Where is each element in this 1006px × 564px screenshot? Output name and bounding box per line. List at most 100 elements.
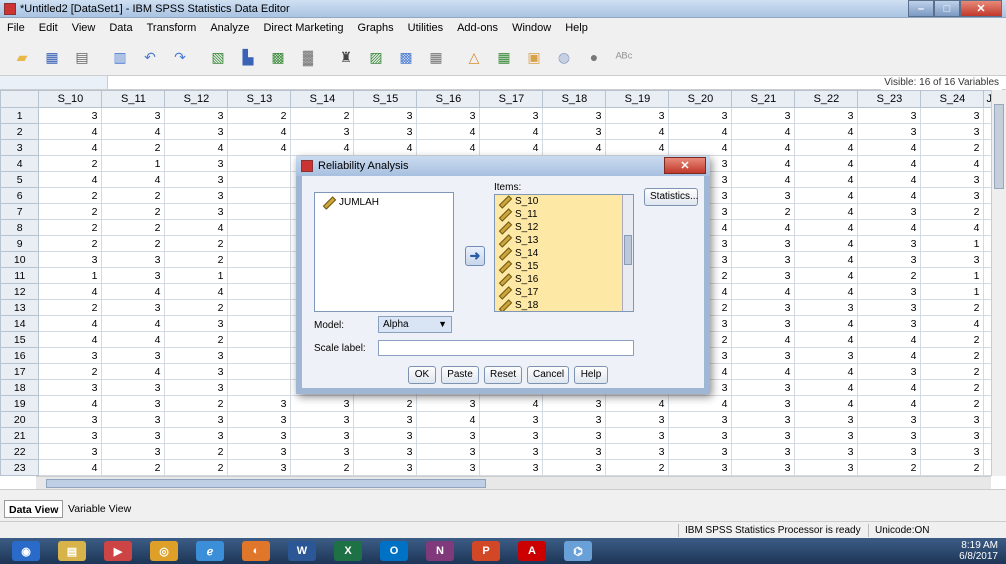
data-cell[interactable]: 3 — [164, 155, 229, 172]
data-cell[interactable]: 3 — [605, 411, 670, 428]
data-cell[interactable]: 3 — [605, 107, 670, 124]
value-labels-icon[interactable]: ▣ — [522, 46, 546, 68]
menu-transform[interactable]: Transform — [140, 22, 204, 34]
data-cell[interactable]: 3 — [101, 443, 166, 460]
data-cell[interactable]: 2 — [857, 267, 922, 284]
data-cell[interactable]: 3 — [794, 347, 859, 364]
data-cell[interactable] — [227, 315, 292, 332]
data-cell[interactable]: 3 — [857, 411, 922, 428]
data-cell[interactable]: 4 — [731, 123, 796, 140]
onenote-icon[interactable]: N — [426, 541, 454, 561]
grid-corner[interactable] — [0, 90, 40, 108]
data-cell[interactable]: 2 — [164, 299, 229, 316]
data-cell[interactable]: 4 — [101, 171, 166, 188]
horizontal-scroll-thumb[interactable] — [46, 479, 486, 488]
row-header[interactable]: 17 — [0, 363, 40, 380]
column-header-s_23[interactable]: S_23 — [857, 90, 922, 108]
data-cell[interactable]: 3 — [227, 427, 292, 444]
data-cell[interactable]: 4 — [731, 171, 796, 188]
list-item[interactable]: S_16 — [495, 273, 633, 286]
data-cell[interactable]: 3 — [290, 411, 355, 428]
column-header-s_15[interactable]: S_15 — [353, 90, 418, 108]
firefox-icon[interactable]: ◐ — [242, 541, 270, 561]
run-descriptives-icon[interactable]: ▓ — [296, 46, 320, 68]
data-cell[interactable]: 4 — [731, 331, 796, 348]
data-cell[interactable]: 4 — [479, 139, 544, 156]
data-cell[interactable]: 3 — [731, 347, 796, 364]
data-cell[interactable]: 1 — [920, 283, 985, 300]
data-cell[interactable]: 4 — [794, 155, 859, 172]
data-cell[interactable]: 4 — [542, 139, 607, 156]
list-item[interactable]: S_10 — [495, 195, 633, 208]
media-player-icon[interactable]: ▶ — [104, 541, 132, 561]
data-cell[interactable]: 3 — [542, 123, 607, 140]
data-cell[interactable]: 3 — [101, 107, 166, 124]
data-cell[interactable] — [227, 267, 292, 284]
data-cell[interactable] — [983, 235, 991, 252]
data-cell[interactable]: 3 — [794, 411, 859, 428]
data-cell[interactable]: 3 — [101, 427, 166, 444]
row-header[interactable]: 6 — [0, 187, 40, 204]
paste-button[interactable]: Paste — [441, 366, 479, 384]
data-cell[interactable] — [983, 379, 991, 396]
data-cell[interactable]: 3 — [857, 235, 922, 252]
data-cell[interactable]: 3 — [101, 347, 166, 364]
data-cell[interactable]: 3 — [920, 171, 985, 188]
data-cell[interactable] — [983, 411, 991, 428]
menu-utilities[interactable]: Utilities — [401, 22, 450, 34]
data-cell[interactable]: 2 — [920, 379, 985, 396]
row-header[interactable]: 4 — [0, 155, 40, 172]
data-cell[interactable]: 3 — [164, 363, 229, 380]
data-cell[interactable]: 4 — [416, 123, 481, 140]
acrobat-icon[interactable]: A — [518, 541, 546, 561]
data-cell[interactable]: 4 — [731, 283, 796, 300]
data-cell[interactable]: 3 — [794, 443, 859, 460]
maximize-button[interactable]: □ — [934, 0, 960, 17]
data-cell[interactable]: 3 — [479, 107, 544, 124]
data-cell[interactable] — [983, 363, 991, 380]
data-cell[interactable]: 3 — [731, 187, 796, 204]
data-cell[interactable]: 3 — [731, 411, 796, 428]
spss-icon[interactable]: ⌬ — [564, 541, 592, 561]
data-cell[interactable]: 4 — [857, 171, 922, 188]
data-cell[interactable]: 4 — [38, 395, 103, 412]
data-cell[interactable]: 3 — [731, 107, 796, 124]
data-cell[interactable]: 3 — [164, 427, 229, 444]
data-cell[interactable]: 3 — [542, 411, 607, 428]
data-cell[interactable]: 4 — [857, 219, 922, 236]
data-cell[interactable]: 2 — [920, 203, 985, 220]
tab-data-view[interactable]: Data View — [4, 500, 64, 518]
data-cell[interactable] — [227, 299, 292, 316]
data-cell[interactable]: 3 — [227, 459, 292, 476]
data-cell[interactable]: 3 — [164, 203, 229, 220]
column-header-s_10[interactable]: S_10 — [38, 90, 103, 108]
data-cell[interactable]: 2 — [164, 251, 229, 268]
data-cell[interactable]: 3 — [731, 443, 796, 460]
row-header[interactable]: 10 — [0, 251, 40, 268]
list-item[interactable]: S_12 — [495, 221, 633, 234]
data-cell[interactable]: 2 — [164, 443, 229, 460]
data-cell[interactable]: 3 — [353, 427, 418, 444]
list-item[interactable]: JUMLAH — [315, 193, 453, 208]
data-cell[interactable]: 3 — [227, 443, 292, 460]
data-cell[interactable]: 3 — [290, 443, 355, 460]
data-cell[interactable]: 4 — [605, 139, 670, 156]
save-icon[interactable]: ▦ — [40, 46, 64, 68]
data-cell[interactable]: 3 — [542, 459, 607, 476]
menu-window[interactable]: Window — [505, 22, 558, 34]
data-cell[interactable]: 4 — [101, 283, 166, 300]
menu-help[interactable]: Help — [558, 22, 595, 34]
data-cell[interactable] — [227, 379, 292, 396]
data-cell[interactable]: 3 — [290, 123, 355, 140]
data-cell[interactable]: 4 — [794, 251, 859, 268]
items-scrollbar[interactable] — [622, 195, 633, 311]
column-header-s_13[interactable]: S_13 — [227, 90, 292, 108]
data-cell[interactable] — [227, 171, 292, 188]
scale-label-input[interactable] — [378, 340, 634, 356]
data-cell[interactable]: 3 — [857, 203, 922, 220]
list-item[interactable]: S_13 — [495, 234, 633, 247]
data-cell[interactable]: 4 — [164, 139, 229, 156]
data-cell[interactable]: 4 — [164, 219, 229, 236]
data-cell[interactable]: 3 — [479, 411, 544, 428]
data-cell[interactable]: 4 — [101, 315, 166, 332]
